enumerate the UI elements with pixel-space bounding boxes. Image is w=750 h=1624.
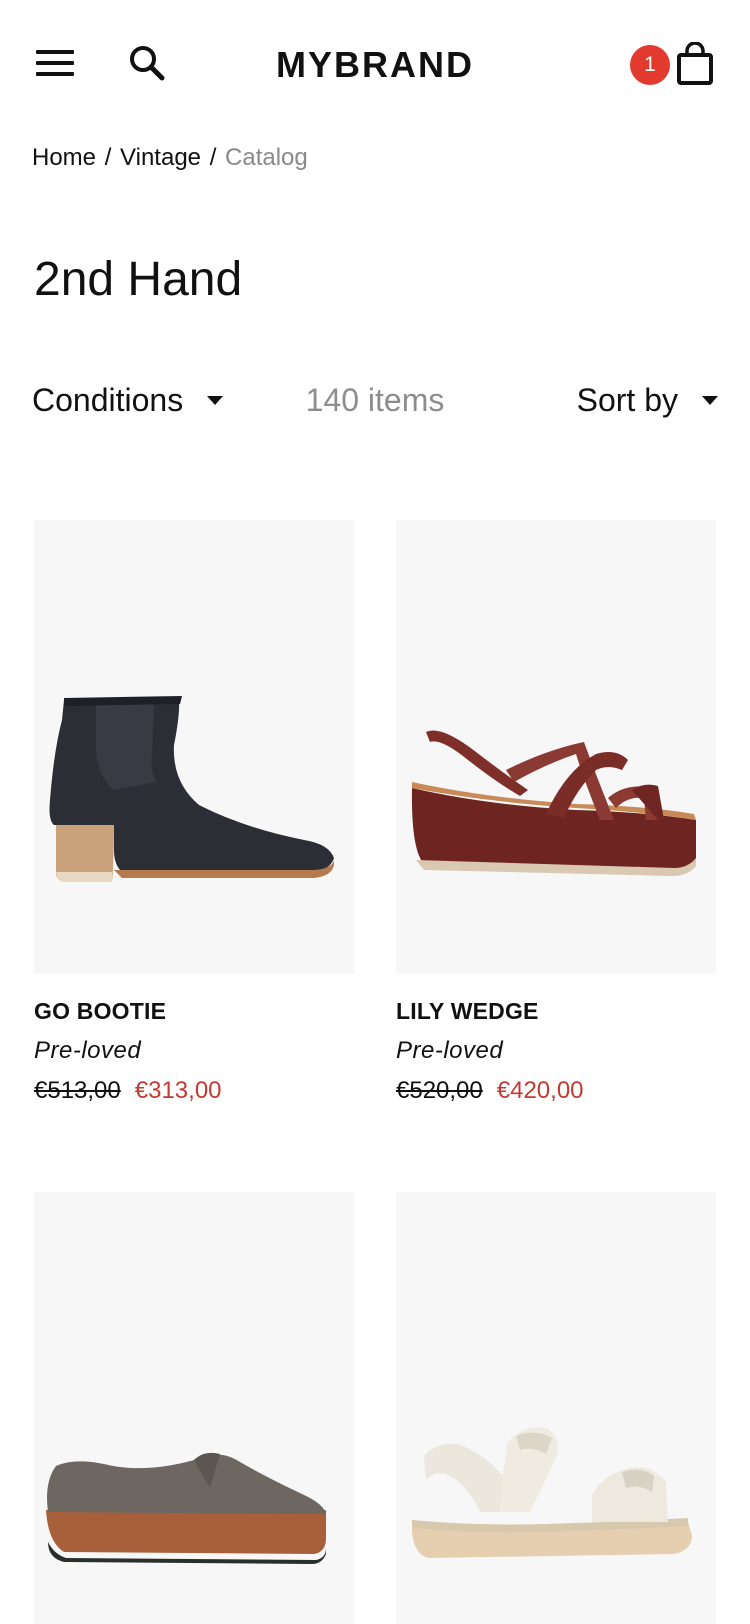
product-card[interactable]	[396, 1192, 716, 1624]
cart-count-badge: 1	[630, 45, 670, 85]
breadcrumb-separator: /	[104, 144, 112, 171]
breadcrumb-vintage-link[interactable]: Vintage	[120, 144, 201, 171]
product-image[interactable]	[396, 520, 716, 974]
sale-price: €313,00	[134, 1077, 222, 1104]
breadcrumb-current: Catalog	[225, 144, 308, 171]
black-ankle-boot-image	[49, 696, 334, 882]
breadcrumb-home-link[interactable]: Home	[32, 144, 96, 171]
product-card[interactable]: GO BOOTIE Pre-loved €513,00 €313,00	[34, 520, 354, 1105]
product-condition: Pre-loved	[396, 1037, 504, 1064]
sort-by-label: Sort by	[576, 382, 678, 418]
product-card[interactable]	[34, 1192, 354, 1624]
header: MYBRAND 1	[0, 0, 750, 130]
catalog-toolbar: Conditions 140 items Sort by	[0, 382, 750, 432]
shopping-bag-icon[interactable]	[676, 41, 714, 86]
product-card[interactable]: LILY WEDGE Pre-loved €520,00 €420,00	[396, 520, 716, 1105]
product-name[interactable]: LILY WEDGE	[396, 998, 716, 1025]
sale-price: €420,00	[496, 1077, 584, 1104]
product-image[interactable]	[396, 1192, 716, 1624]
page-title: 2nd Hand	[34, 253, 243, 306]
product-image[interactable]	[34, 520, 354, 974]
original-price: €520,00	[396, 1077, 483, 1104]
sort-by-dropdown[interactable]: Sort by	[577, 382, 718, 419]
product-condition: Pre-loved	[34, 1037, 142, 1064]
white-strap-sandal-image	[412, 1427, 692, 1558]
product-name[interactable]: GO BOOTIE	[34, 998, 354, 1025]
grey-platform-loafer-image	[46, 1452, 326, 1564]
product-prices: €513,00 €313,00	[34, 1077, 354, 1105]
breadcrumb: Home / Vintage / Catalog	[32, 144, 308, 172]
caret-down-icon	[702, 396, 718, 406]
burgundy-wedge-sandal-image	[411, 730, 696, 876]
product-image[interactable]	[34, 1192, 354, 1624]
breadcrumb-separator: /	[209, 144, 217, 171]
original-price: €513,00	[34, 1077, 121, 1104]
product-prices: €520,00 €420,00	[396, 1077, 716, 1105]
